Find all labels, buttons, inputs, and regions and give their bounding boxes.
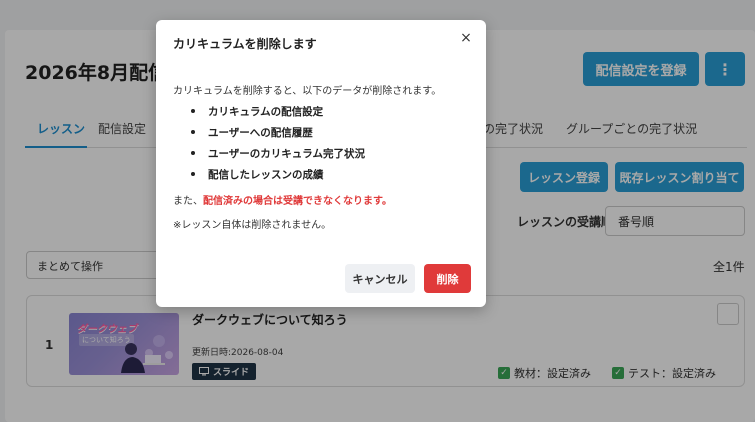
dialog-title: カリキュラムを削除します <box>173 37 317 51</box>
dialog-intro: カリキュラムを削除すると、以下のデータが削除されます。 <box>173 86 442 97</box>
deleted-data-list: カリキュラムの配信設定 ユーザーへの配信履歴 ユーザーのカリキュラム完了状況 配… <box>191 104 365 188</box>
list-item: カリキュラムの配信設定 <box>191 104 365 125</box>
delete-button[interactable]: 削除 <box>424 264 471 293</box>
list-item: ユーザーへの配信履歴 <box>191 125 365 146</box>
close-icon[interactable]: × <box>456 30 476 50</box>
dialog-warning: また、配信済みの場合は受講できなくなります。 <box>173 192 392 207</box>
cancel-button[interactable]: キャンセル <box>345 264 415 293</box>
dialog-note: ※レッスン自体は削除されません。 <box>173 220 332 231</box>
warning-text: 配信済みの場合は受講できなくなります。 <box>203 196 392 207</box>
delete-curriculum-dialog: カリキュラムを削除します × カリキュラムを削除すると、以下のデータが削除されま… <box>156 20 486 307</box>
list-item: ユーザーのカリキュラム完了状況 <box>191 146 365 167</box>
list-item: 配信したレッスンの成績 <box>191 167 365 188</box>
warning-prefix: また、 <box>173 196 203 207</box>
